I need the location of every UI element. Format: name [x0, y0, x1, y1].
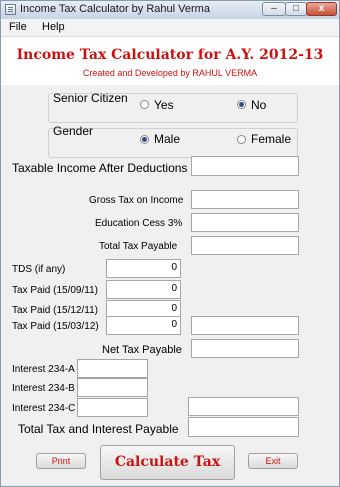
interest-total-field[interactable]	[188, 397, 299, 416]
app-header: Income Tax Calculator for A.Y. 2012-13 C…	[1, 37, 339, 84]
total-tax-interest-label: Total Tax and Interest Payable	[18, 422, 179, 436]
interest-234c-field[interactable]	[77, 398, 148, 417]
tax-paid-1-input[interactable]: 0	[106, 280, 181, 299]
title-bar: Income Tax Calculator by Rahul Verma – □…	[1, 1, 339, 20]
maximize-button[interactable]: □	[285, 2, 307, 16]
net-tax-field[interactable]	[191, 339, 299, 358]
minimize-button[interactable]: –	[262, 2, 286, 16]
tax-paid-2-label: Tax Paid (15/12/11)	[12, 305, 98, 316]
menu-help[interactable]: Help	[42, 21, 65, 33]
gender-male-label[interactable]: Male	[154, 132, 180, 146]
education-cess-label: Education Cess 3%	[95, 218, 183, 229]
interest-234c-label: Interest 234-C	[12, 403, 76, 414]
gross-tax-label: Gross Tax on Income	[89, 195, 184, 206]
senior-yes-label[interactable]: Yes	[154, 98, 174, 112]
tax-paid-1-label: Tax Paid (15/09/11)	[12, 285, 98, 296]
tds-input[interactable]: 0	[106, 259, 181, 278]
gender-male-radio[interactable]	[140, 135, 149, 144]
tax-paid-total-field[interactable]	[191, 316, 299, 335]
app-subtitle: Created and Developed by RAHUL VERMA	[82, 68, 258, 78]
calculator-form: Senior Citizen Yes No Gender Male Female…	[1, 85, 339, 486]
print-button[interactable]: Print	[36, 453, 86, 469]
gender-female-radio[interactable]	[237, 135, 246, 144]
interest-234a-field[interactable]	[77, 359, 148, 378]
window-title: Income Tax Calculator by Rahul Verma	[20, 3, 210, 15]
app-icon	[5, 4, 16, 15]
total-tax-field[interactable]	[191, 236, 299, 255]
tax-paid-3-label: Tax Paid (15/03/12)	[12, 321, 99, 332]
menu-bar: File Help	[1, 19, 339, 37]
tax-paid-3-input[interactable]: 0	[106, 316, 181, 335]
interest-234a-label: Interest 234-A	[12, 364, 75, 375]
menu-file[interactable]: File	[9, 21, 27, 33]
net-tax-label: Net Tax Payable	[102, 344, 182, 356]
taxable-income-input[interactable]	[191, 156, 299, 176]
calculate-tax-button[interactable]: Calculate Tax	[100, 445, 235, 480]
senior-yes-radio[interactable]	[140, 100, 149, 109]
taxable-income-label: Taxable Income After Deductions	[12, 161, 188, 175]
app-window: Income Tax Calculator by Rahul Verma – □…	[0, 0, 340, 487]
gender-label: Gender	[53, 124, 94, 138]
gender-female-label[interactable]: Female	[251, 132, 291, 146]
interest-234b-field[interactable]	[77, 378, 148, 397]
tds-label: TDS (if any)	[12, 264, 66, 275]
gross-tax-field[interactable]	[191, 190, 299, 209]
total-tax-interest-field[interactable]	[188, 417, 299, 437]
senior-no-label[interactable]: No	[251, 98, 266, 112]
senior-citizen-label: Senior Citizen	[53, 91, 128, 105]
close-button[interactable]: x	[306, 2, 337, 16]
total-tax-label: Total Tax Payable	[99, 241, 178, 252]
education-cess-field[interactable]	[191, 213, 299, 232]
exit-button[interactable]: Exit	[248, 453, 298, 469]
senior-no-radio[interactable]	[237, 100, 246, 109]
interest-234b-label: Interest 234-B	[12, 383, 75, 394]
app-title: Income Tax Calculator for A.Y. 2012-13	[16, 47, 324, 63]
